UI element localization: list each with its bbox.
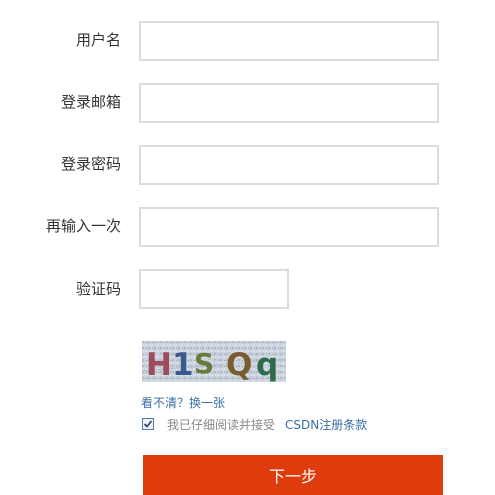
refresh-captcha-link[interactable]: 看不清？换一张 <box>141 394 225 411</box>
captcha-text: H <box>146 347 172 382</box>
check-icon <box>143 420 153 428</box>
password-confirm-input[interactable] <box>139 207 439 247</box>
password-input[interactable] <box>139 145 439 185</box>
captcha-image-graphic: H 1 S Q q <box>142 341 286 382</box>
next-button[interactable]: 下一步 <box>143 455 443 495</box>
email-input[interactable] <box>139 83 439 123</box>
captcha-input[interactable] <box>139 269 289 309</box>
username-label: 用户名 <box>75 31 121 49</box>
password-label: 登录密码 <box>60 155 121 173</box>
password-confirm-label: 再输入一次 <box>45 217 121 235</box>
svg-text:1: 1 <box>172 347 194 382</box>
agree-checkbox[interactable] <box>142 418 154 430</box>
captcha-image[interactable]: H 1 S Q q <box>142 341 286 382</box>
registration-form: 用户名 登录邮箱 登录密码 再输入一次 验证码 H 1 S Q q 看不清？换一… <box>0 0 495 495</box>
captcha-label: 验证码 <box>75 280 121 298</box>
svg-text:Q: Q <box>226 347 252 382</box>
agree-row: 我已仔细阅读并接受 CSDN注册条款 <box>142 415 367 433</box>
terms-link[interactable]: CSDN注册条款 <box>285 416 367 433</box>
svg-text:S: S <box>194 347 214 380</box>
username-input[interactable] <box>139 21 439 61</box>
agree-text: 我已仔细阅读并接受 <box>167 417 276 432</box>
svg-text:q: q <box>256 347 278 382</box>
email-label: 登录邮箱 <box>60 93 121 111</box>
